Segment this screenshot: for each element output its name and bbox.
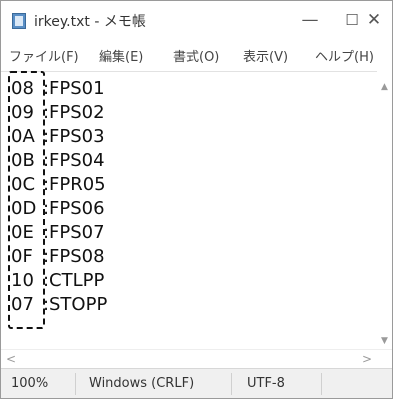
scroll-right-icon[interactable]: >: [359, 350, 375, 368]
line-ending: Windows (CRLF): [89, 376, 195, 391]
dashed-highlight-box: [8, 71, 45, 329]
key-name: STOPP: [49, 294, 108, 315]
text-editor[interactable]: 08:FPS01 09:FPS02 0A:FPS03 0B:FPS04 0C:F…: [1, 71, 377, 350]
menu-edit[interactable]: 編集(E): [99, 46, 143, 65]
horizontal-scrollbar[interactable]: < >: [1, 349, 392, 368]
key-name: CTLPP: [49, 270, 105, 291]
scroll-down-icon[interactable]: ▼: [377, 333, 392, 349]
key-name: FPS07: [49, 222, 105, 243]
window-title: irkey.txt - メモ帳: [34, 14, 146, 30]
status-bar: 100% Windows (CRLF) UTF-8: [1, 368, 392, 398]
menu-file[interactable]: ファイル(F): [9, 46, 79, 65]
key-name: FPS02: [49, 102, 105, 123]
status-divider: [321, 373, 322, 395]
key-name: FPR05: [49, 174, 106, 195]
vertical-scrollbar[interactable]: ▲ ▼: [377, 71, 392, 349]
status-divider: [75, 373, 76, 395]
status-divider: [231, 373, 232, 395]
notepad-icon: [12, 13, 26, 29]
zoom-level: 100%: [11, 376, 49, 391]
key-name: FPS03: [49, 126, 105, 147]
key-name: FPS08: [49, 246, 105, 267]
scroll-up-icon[interactable]: ▲: [377, 79, 392, 95]
menu-view[interactable]: 表示(V): [243, 46, 288, 65]
menu-help[interactable]: ヘルプ(H): [315, 46, 374, 65]
close-button[interactable]: ✕: [357, 7, 391, 33]
menu-format[interactable]: 書式(O): [173, 46, 219, 65]
key-name: FPS01: [49, 78, 105, 99]
key-name: FPS04: [49, 150, 105, 171]
minimize-button[interactable]: —: [293, 7, 327, 33]
scroll-left-icon[interactable]: <: [3, 350, 19, 368]
title-bar[interactable]: irkey.txt - メモ帳 — ☐ ✕: [1, 1, 392, 39]
key-name: FPS06: [49, 198, 105, 219]
encoding: UTF-8: [247, 376, 285, 391]
menu-bar: ファイル(F) 編集(E) 書式(O) 表示(V) ヘルプ(H): [1, 39, 392, 69]
notepad-window: irkey.txt - メモ帳 — ☐ ✕ ファイル(F) 編集(E) 書式(O…: [0, 0, 393, 399]
